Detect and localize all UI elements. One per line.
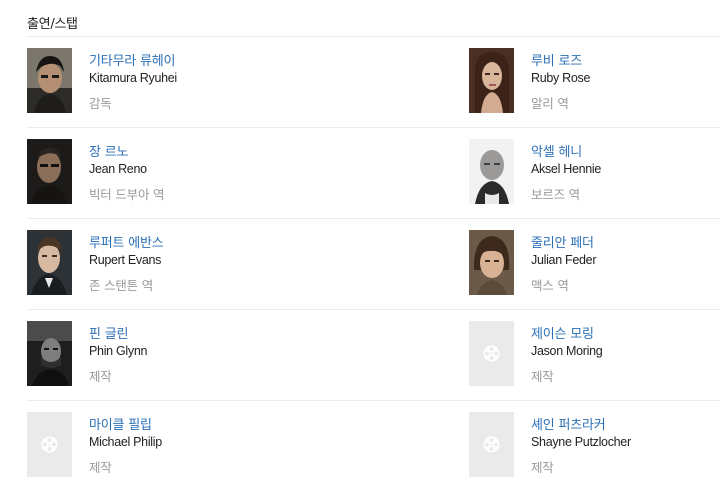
cast-row: 장 르노 Jean Reno 빅터 드부아 역 악셀 헤니 Aksel Henn… bbox=[27, 128, 720, 219]
cast-english-name: Shayne Putzlocher bbox=[531, 435, 631, 449]
cast-role: 맥스 역 bbox=[531, 278, 569, 293]
portrait-photo[interactable] bbox=[27, 321, 72, 386]
cast-role: 빅터 드부아 역 bbox=[89, 187, 165, 202]
cast-grid: 기타무라 류헤이 Kitamura Ryuhei 감독 루비 로즈 Ruby R… bbox=[27, 37, 720, 491]
film-reel-placeholder-icon[interactable] bbox=[469, 321, 514, 386]
cast-role: 제작 bbox=[531, 369, 554, 384]
portrait-photo[interactable] bbox=[469, 48, 514, 113]
portrait-photo[interactable] bbox=[27, 48, 72, 113]
cast-english-name: Aksel Hennie bbox=[531, 162, 602, 176]
cast-korean-name[interactable]: 기타무라 류헤이 bbox=[89, 54, 177, 70]
cast-korean-name[interactable]: 셰인 퍼츠라커 bbox=[531, 418, 631, 434]
cast-english-name: Rupert Evans bbox=[89, 253, 162, 267]
cast-korean-name[interactable]: 줄리안 페더 bbox=[531, 236, 596, 252]
cast-row: 기타무라 류헤이 Kitamura Ryuhei 감독 루비 로즈 Ruby R… bbox=[27, 37, 720, 128]
cast-role: 제작 bbox=[531, 460, 554, 475]
cast-row: 핀 글린 Phin Glynn 제작 제이슨 모링 Jason Moring 제… bbox=[27, 310, 720, 401]
cast-role: 제작 bbox=[89, 460, 112, 475]
portrait-photo[interactable] bbox=[469, 230, 514, 295]
cast-role: 감독 bbox=[89, 96, 112, 111]
cast-korean-name[interactable]: 장 르노 bbox=[89, 145, 164, 161]
cast-english-name: Ruby Rose bbox=[531, 71, 591, 85]
cast-row: 마이클 필립 Michael Philip 제작 셰인 퍼츠라커 Shayne … bbox=[27, 401, 720, 491]
portrait-photo[interactable] bbox=[469, 139, 514, 204]
cast-role: 존 스탠튼 역 bbox=[89, 278, 154, 293]
cast-korean-name[interactable]: 루퍼트 에반스 bbox=[89, 236, 164, 252]
film-reel-placeholder-icon[interactable] bbox=[469, 412, 514, 477]
cast-role: 보르즈 역 bbox=[531, 187, 580, 202]
cast-role: 제작 bbox=[89, 369, 112, 384]
section-title: 출연/스탭 bbox=[27, 17, 78, 32]
cast-row: 루퍼트 에반스 Rupert Evans 존 스탠튼 역 줄리안 페더 Juli… bbox=[27, 219, 720, 310]
portrait-photo[interactable] bbox=[27, 139, 72, 204]
cast-english-name: Phin Glynn bbox=[89, 344, 148, 358]
cast-english-name: Michael Philip bbox=[89, 435, 162, 449]
cast-crew-page: 출연/스탭 기타무라 류헤이 Kitamura Ryuhei 감독 루비 로즈 … bbox=[0, 0, 720, 502]
cast-korean-name[interactable]: 제이슨 모링 bbox=[531, 327, 602, 343]
film-reel-placeholder-icon[interactable] bbox=[27, 412, 72, 477]
cast-english-name: Jean Reno bbox=[89, 162, 147, 176]
portrait-photo[interactable] bbox=[27, 230, 72, 295]
cast-english-name: Julian Feder bbox=[531, 253, 597, 267]
cast-english-name: Jason Moring bbox=[531, 344, 603, 358]
cast-korean-name[interactable]: 악셀 헤니 bbox=[531, 145, 601, 161]
cast-english-name: Kitamura Ryuhei bbox=[89, 71, 177, 85]
cast-korean-name[interactable]: 마이클 필립 bbox=[89, 418, 162, 434]
cast-role: 알리 역 bbox=[531, 96, 569, 111]
cast-korean-name[interactable]: 루비 로즈 bbox=[531, 54, 590, 70]
cast-korean-name[interactable]: 핀 글린 bbox=[89, 327, 147, 343]
